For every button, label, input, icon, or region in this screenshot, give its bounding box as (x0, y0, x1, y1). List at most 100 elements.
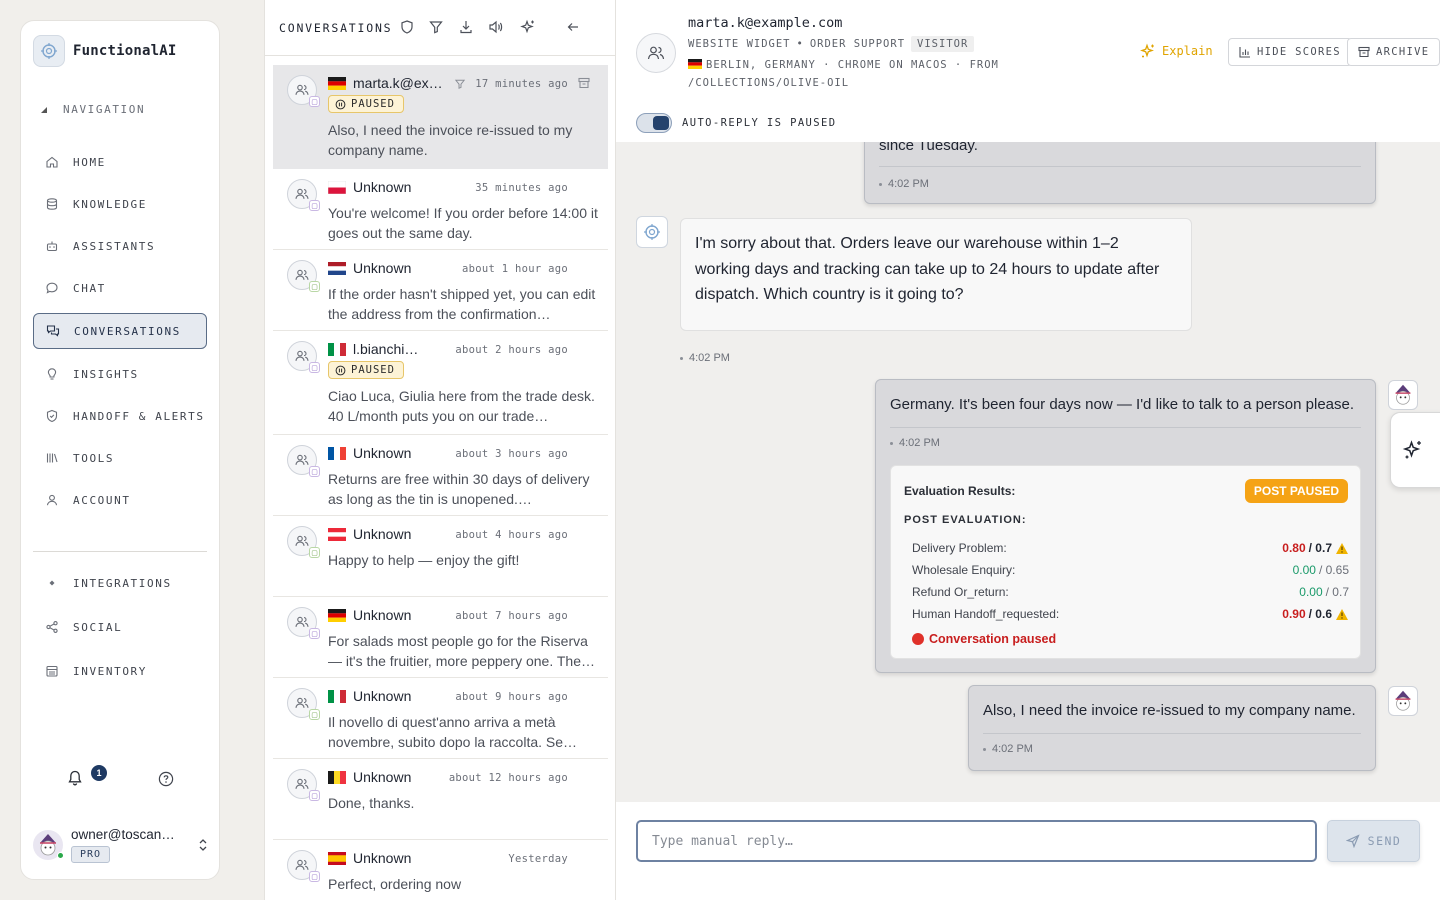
sidebar-item-knowledge[interactable]: KNOWLEDGE (33, 187, 207, 221)
conversation-time: about 1 hour ago (462, 263, 568, 275)
italy-flag-icon (328, 343, 346, 356)
chevron-up-down-icon (199, 839, 207, 851)
download-button[interactable] (459, 19, 473, 35)
sidebar-item-label: CHAT (73, 281, 106, 295)
contact-avatar (636, 33, 676, 73)
conversation-item[interactable]: ▢ Unknown Yesterday Perfect, ordering no… (273, 840, 608, 900)
conversation-preview: Il novello di quest'anno arriva a metà n… (328, 714, 578, 750)
sidebar-item-inventory[interactable]: INVENTORY (33, 654, 207, 688)
hide-scores-button[interactable]: HIDE SCORES (1228, 38, 1352, 66)
contact-name: Unknown (353, 179, 412, 195)
message-text: since Tuesday. (879, 142, 978, 154)
message-text: Germany. It's been four days now — I'd l… (890, 396, 1355, 413)
collapse-panel-button[interactable] (566, 19, 580, 35)
conversation-item[interactable]: ▢ Unknown about 7 hours ago For salads m… (273, 597, 608, 678)
conversation-item[interactable]: ▢ l.bianchi… about 2 hours ago PAUSED Ci… (273, 331, 608, 435)
evaluation-row: Refund Or_return: 0.00 / 0.7 (912, 585, 1349, 603)
manual-reply-input[interactable] (636, 820, 1317, 862)
conversation-preview: Perfect, ordering now (328, 876, 462, 892)
sidebar-item-account[interactable]: ACCOUNT (33, 483, 207, 517)
users-icon (295, 269, 309, 280)
user-icon (46, 494, 58, 506)
hide-scores-label: HIDE SCORES (1257, 46, 1341, 58)
message-user-previous: since Tuesday. 4:02 PM (864, 142, 1376, 204)
conversation-item[interactable]: ▢ marta.k@ex… 17 minutes ago PAUSED Also… (273, 65, 608, 169)
notifications-button[interactable]: 1 (67, 765, 107, 787)
sidebar-item-label: ASSISTANTS (73, 239, 156, 253)
filter-button[interactable] (429, 19, 443, 35)
shield-filter-button[interactable] (400, 19, 414, 35)
users-icon (295, 697, 309, 708)
brand-logo-icon (33, 35, 65, 67)
contact-avatar: ▢ (287, 260, 320, 292)
conversation-preview: Returns are free within 30 days of deliv… (328, 471, 590, 507)
sidebar-item-tools[interactable]: TOOLS (33, 441, 207, 475)
ai-assist-floating-button[interactable] (1390, 412, 1440, 488)
archive-icon[interactable] (578, 77, 590, 89)
conversation-item[interactable]: ▢ Unknown about 9 hours ago Il novello d… (273, 678, 608, 759)
message-assistant: I'm sorry about that. Orders leave our w… (680, 218, 1192, 331)
send-button[interactable]: SEND (1327, 820, 1420, 862)
sidebar-item-social[interactable]: SOCIAL (33, 610, 207, 644)
conversation-item[interactable]: ▢ Unknown about 3 hours ago Returns are … (273, 435, 608, 516)
archive-label: ARCHIVE (1376, 46, 1430, 58)
archive-button[interactable]: ARCHIVE (1347, 38, 1440, 66)
auto-reply-toggle[interactable] (636, 113, 672, 133)
help-circle-icon (158, 771, 174, 787)
sound-button[interactable] (488, 19, 504, 35)
france-flag-icon (328, 447, 346, 460)
evaluation-row: Wholesale Enquiry: 0.00 / 0.65 (912, 563, 1349, 581)
sidebar-item-label: CONVERSATIONS (74, 324, 181, 338)
shield-icon (46, 409, 58, 423)
conversations-title: CONVERSATIONS (279, 21, 393, 35)
lightbulb-icon (47, 368, 57, 380)
contact-name: Unknown (353, 445, 412, 461)
conversation-preview: Also, I need the invoice re-issued to my… (328, 122, 573, 158)
sidebar-item-insights[interactable]: INSIGHTS (33, 357, 207, 391)
send-icon (1345, 834, 1360, 848)
channel-icon: ▢ (309, 547, 320, 558)
message-time: 4:02 PM (879, 178, 929, 190)
contact-name: l.bianchi… (353, 341, 419, 357)
user-menu[interactable]: owner@toscan… PRO (33, 827, 209, 863)
integrations-section-toggle[interactable]: INTEGRATIONS (33, 566, 207, 600)
sidebar-item-label: HANDOFF & ALERTS (73, 409, 205, 423)
conversation-preview: Ciao Luca, Giulia here from the trade de… (328, 388, 595, 424)
post-paused-badge: POST PAUSED (1244, 479, 1348, 503)
pause-circle-icon (335, 99, 346, 109)
speaker-icon (489, 20, 503, 34)
contact-name: Unknown (353, 607, 412, 623)
sidebar-item-chat[interactable]: CHAT (33, 271, 207, 305)
home-icon (46, 156, 58, 168)
ai-sparkle-button[interactable] (520, 19, 536, 35)
help-button[interactable] (158, 771, 174, 787)
collapse-triangle-icon (41, 106, 47, 113)
brand[interactable]: FunctionalAI (33, 35, 177, 67)
sidebar-item-handoff-alerts[interactable]: HANDOFF & ALERTS (33, 399, 207, 433)
austria-flag-icon (328, 528, 346, 541)
message-time: 4:02 PM (983, 743, 1033, 755)
conversation-item[interactable]: ▢ Unknown about 4 hours ago Happy to hel… (273, 516, 608, 597)
conversation-item[interactable]: ▢ Unknown about 1 hour ago If the order … (273, 250, 608, 331)
conversation-item[interactable]: ▢ Unknown about 12 hours ago Done, thank… (273, 759, 608, 840)
evaluation-title: Evaluation Results: (904, 484, 1016, 498)
contact-name: Unknown (353, 526, 412, 542)
contact-avatar: ▢ (287, 688, 320, 720)
sparkle-icon (1402, 440, 1421, 459)
online-status-dot (57, 852, 64, 859)
bar-chart-icon (1239, 47, 1250, 58)
message-user-latest: Also, I need the invoice re-issued to my… (968, 685, 1376, 771)
score-threshold: / 0.65 (1318, 563, 1349, 577)
sidebar-item-home[interactable]: HOME (33, 145, 207, 179)
explain-button[interactable]: Explain (1140, 43, 1213, 59)
location-text: BERLIN, GERMANY · CHROME ON MACOS · FROM… (688, 59, 999, 89)
meta-separator: • (796, 38, 804, 50)
red-circle-icon (912, 633, 924, 645)
conversation-item[interactable]: ▢ Unknown 35 minutes ago You're welcome!… (273, 169, 608, 250)
germany-flag-icon (688, 59, 702, 69)
navigation-section-toggle[interactable]: NAVIGATION (41, 103, 145, 116)
contact-avatar: ▢ (287, 769, 320, 801)
contact-avatar: ▢ (287, 850, 320, 882)
sidebar-item-conversations[interactable]: CONVERSATIONS (33, 313, 207, 349)
sidebar-item-assistants[interactable]: ASSISTANTS (33, 229, 207, 263)
